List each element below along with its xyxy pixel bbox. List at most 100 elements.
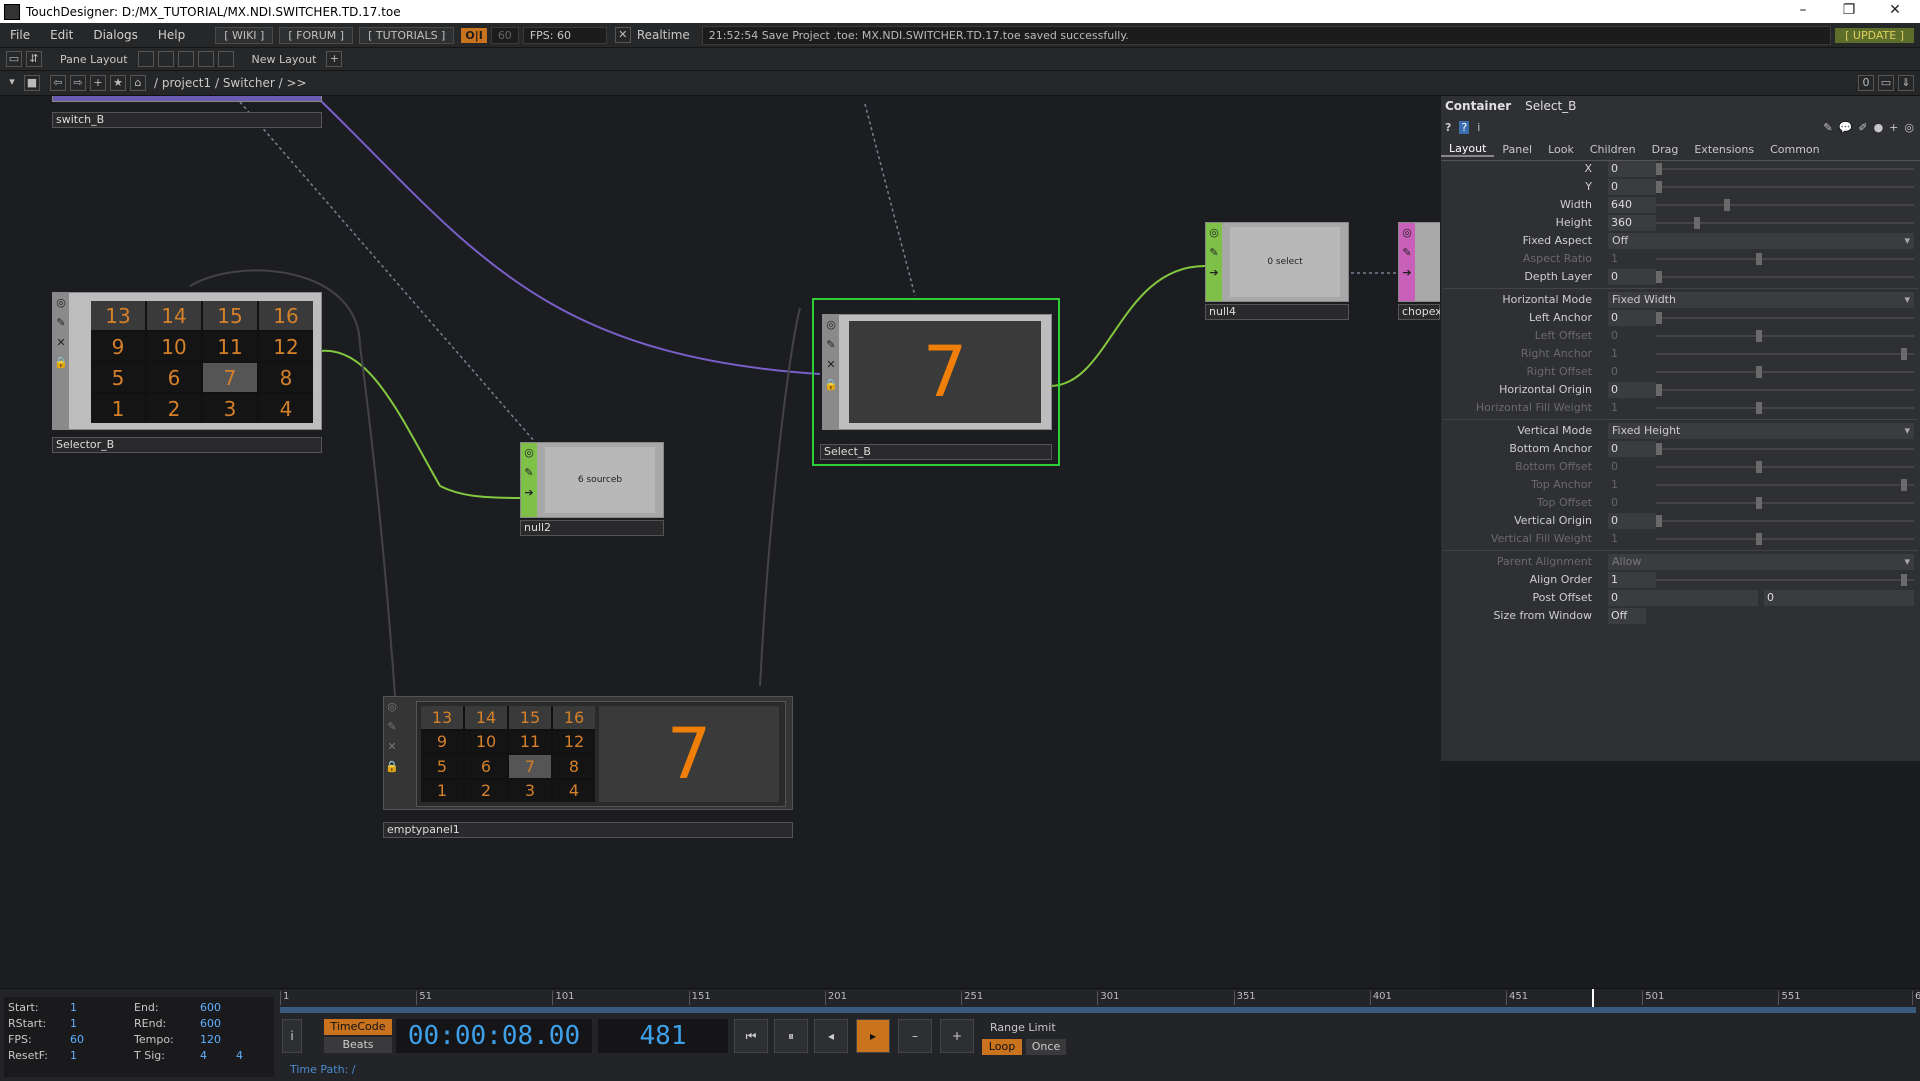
param-slider-vertical-origin[interactable] [1656, 520, 1914, 522]
forward-icon[interactable]: ⇨ [70, 75, 86, 91]
current-frame[interactable]: 481 [598, 1019, 728, 1053]
param-slider-handle[interactable] [1656, 515, 1662, 527]
network-path[interactable]: / project1 / Switcher / >> [154, 76, 307, 90]
pane-icon[interactable]: ▭ [6, 51, 22, 67]
param-slider-bottom-anchor[interactable] [1656, 448, 1914, 450]
param-label-horizontal-fill-weight[interactable]: Horizontal Fill Weight [1476, 401, 1592, 414]
param-slider-right-offset[interactable] [1656, 371, 1914, 373]
param-field-aspect-ratio[interactable]: 1 [1608, 251, 1656, 267]
param-menu-fixed-aspect[interactable]: Off [1608, 233, 1914, 249]
tsig-den[interactable]: 4 [236, 1049, 243, 1062]
bookmark-star-icon[interactable]: ★ [110, 75, 126, 91]
pause-button[interactable]: ⏸ [774, 1019, 808, 1053]
resetf-value[interactable]: 1 [70, 1049, 77, 1062]
param-label-right-anchor[interactable]: Right Anchor [1521, 347, 1592, 360]
node-null2-label[interactable]: null2 [520, 520, 664, 536]
wiki-button[interactable]: [ WIKI ] [215, 26, 274, 44]
param-label-top-anchor[interactable]: Top Anchor [1531, 478, 1592, 491]
play-reverse-button[interactable]: ◂ [814, 1019, 848, 1053]
home-icon[interactable]: ⌂ [130, 75, 146, 91]
param-label-height[interactable]: Height [1556, 216, 1592, 229]
clone-icon[interactable]: ✎ [385, 717, 399, 737]
layout-three-button[interactable] [197, 51, 214, 67]
param-slider-top-offset[interactable] [1656, 502, 1914, 504]
timeline-cursor[interactable] [1592, 989, 1594, 1007]
maximize-button[interactable]: ❐ [1826, 0, 1872, 23]
network-editor[interactable]: switch_B ◎ ✎ ✕ 🔒 13 14 15 16 9 10 11 12 5678 1… [0, 96, 1440, 988]
pane-menu-icon[interactable]: ▾ [4, 75, 20, 91]
lock-icon[interactable]: 🔒 [824, 375, 838, 395]
viewer-toggle-icon[interactable]: ◎ [1207, 223, 1221, 243]
param-field-top-offset[interactable]: 0 [1608, 495, 1656, 511]
param-slider-handle[interactable] [1901, 479, 1907, 491]
param-slider-handle[interactable] [1756, 253, 1762, 265]
lock-icon[interactable]: 🔒 [385, 757, 399, 777]
comment-icon[interactable]: 💬 [1839, 121, 1853, 134]
param-label-width[interactable]: Width [1560, 198, 1592, 211]
param-label-depth-layer[interactable]: Depth Layer [1524, 270, 1592, 283]
param-field-height[interactable]: 360 [1608, 215, 1656, 231]
python-icon[interactable]: ● [1874, 121, 1884, 134]
param-slider-bottom-offset[interactable] [1656, 466, 1914, 468]
param-menu-horizontal-mode[interactable]: Fixed Width [1608, 292, 1914, 308]
param-menu-parent-alignment[interactable]: Allow [1608, 554, 1914, 570]
param-label-size-from-window[interactable]: Size from Window [1493, 609, 1592, 622]
menu-help[interactable]: Help [148, 28, 195, 42]
play-forward-button[interactable]: ▸ [856, 1019, 890, 1053]
param-label-left-offset[interactable]: Left Offset [1535, 329, 1592, 342]
beats-toggle[interactable]: Beats [324, 1037, 392, 1053]
bypass-icon[interactable]: ✕ [54, 333, 68, 353]
python-help-icon[interactable]: ? [1459, 120, 1470, 134]
param-field-post-offset-1[interactable]: 0 [1608, 590, 1758, 606]
param-label-horizontal-mode[interactable]: Horizontal Mode [1502, 293, 1592, 306]
param-label-bottom-anchor[interactable]: Bottom Anchor [1509, 442, 1592, 455]
param-slider-handle[interactable] [1656, 271, 1662, 283]
node-chopex[interactable]: ◎ ✎ ➔ chopex [1398, 222, 1440, 322]
tab-extensions[interactable]: Extensions [1686, 143, 1762, 156]
end-value[interactable]: 600 [200, 1001, 221, 1014]
param-field-width[interactable]: 640 [1608, 197, 1656, 213]
param-label-align-order[interactable]: Align Order [1530, 573, 1592, 586]
param-field-y[interactable]: 0 [1608, 179, 1656, 195]
viewer-toggle-icon[interactable]: ◎ [1400, 223, 1414, 243]
param-field-vertical-fill-weight[interactable]: 1 [1608, 531, 1656, 547]
timeline-info-icon[interactable]: i [282, 1019, 302, 1053]
clone-icon[interactable]: ✎ [824, 335, 838, 355]
menu-file[interactable]: File [0, 28, 40, 42]
current-time[interactable]: 00:00:08.00 [396, 1019, 592, 1053]
tutorials-button[interactable]: [ TUTORIALS ] [359, 26, 455, 44]
display-icon[interactable]: ➔ [1207, 263, 1221, 283]
tab-common[interactable]: Common [1762, 143, 1828, 156]
param-slider-handle[interactable] [1756, 461, 1762, 473]
param-field-vertical-origin[interactable]: 0 [1608, 513, 1656, 529]
param-slider-aspect-ratio[interactable] [1656, 258, 1914, 260]
param-slider-handle[interactable] [1656, 384, 1662, 396]
param-slider-vertical-fill-weight[interactable] [1656, 538, 1914, 540]
node-chopex-label[interactable]: chopex [1398, 304, 1440, 320]
pane-split-icon[interactable]: ⇵ [26, 51, 42, 67]
clone-icon[interactable]: ✎ [1207, 243, 1221, 263]
param-slider-horizontal-fill-weight[interactable] [1656, 407, 1914, 409]
viewer-toggle-icon[interactable]: ◎ [522, 443, 536, 463]
tab-panel[interactable]: Panel [1494, 143, 1540, 156]
param-slider-handle[interactable] [1656, 443, 1662, 455]
rewind-button[interactable]: ⏮ [734, 1019, 768, 1053]
tab-children[interactable]: Children [1582, 143, 1644, 156]
tsig-num[interactable]: 4 [200, 1049, 207, 1062]
minimize-button[interactable]: – [1780, 0, 1826, 23]
add-param-icon[interactable]: + [1889, 121, 1898, 134]
layout-vsplit-button[interactable] [157, 51, 174, 67]
param-field-horizontal-origin[interactable]: 0 [1608, 382, 1656, 398]
param-label-bottom-offset[interactable]: Bottom Offset [1515, 460, 1592, 473]
param-slider-handle[interactable] [1756, 497, 1762, 509]
param-field-x[interactable]: 0 [1608, 161, 1656, 177]
param-label-aspect-ratio[interactable]: Aspect Ratio [1523, 252, 1592, 265]
update-button[interactable]: [ UPDATE ] [1835, 27, 1914, 43]
tempo-value[interactable]: 120 [200, 1033, 221, 1046]
param-slider-handle[interactable] [1756, 533, 1762, 545]
close-button[interactable]: ✕ [1872, 0, 1918, 23]
node-switch-b-label[interactable]: switch_B [52, 112, 322, 128]
node-select-b[interactable]: ◎ ✎ ✕ 🔒 7 Select_B [812, 298, 1060, 466]
node-null2[interactable]: ◎ ✎ ➔ 6 sourceb null2 [520, 442, 664, 542]
settings-icon[interactable]: ◎ [1904, 121, 1914, 134]
